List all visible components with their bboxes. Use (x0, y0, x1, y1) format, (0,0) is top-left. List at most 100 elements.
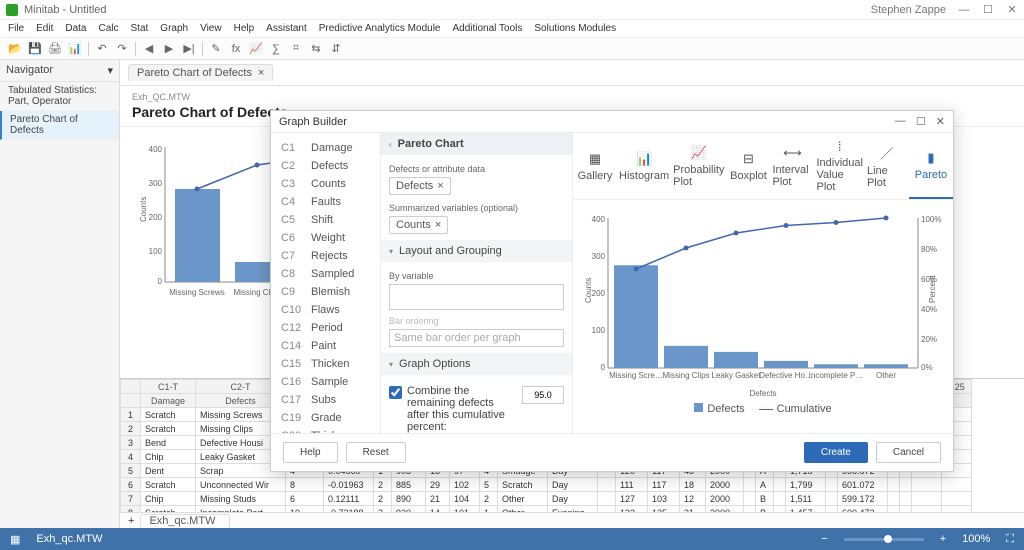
chart-type-probability-plot[interactable]: 📈Probability Plot (671, 133, 726, 199)
expand-icon[interactable]: ⛶ (1006, 533, 1014, 546)
chart-type-gallery[interactable]: ▦Gallery (573, 133, 617, 199)
combine-checkbox[interactable]: Combine the remaining defects after this… (389, 385, 564, 433)
dialog-minimize-icon[interactable]: — (895, 115, 906, 128)
menu-solutions-modules[interactable]: Solutions Modules (534, 23, 616, 34)
column-item[interactable]: C4Faults (271, 193, 380, 211)
column-item[interactable]: C14Paint (271, 337, 380, 355)
attr-data-label: Defects or attribute data (389, 164, 564, 174)
navigator-menu-icon[interactable]: ▾ (107, 64, 113, 77)
tool-icon-4[interactable]: ∑ (269, 42, 283, 56)
zoom-level: 100% (962, 533, 990, 545)
menu-calc[interactable]: Calc (98, 23, 118, 34)
column-item[interactable]: C1Damage (271, 139, 380, 157)
dialog-close-icon[interactable]: ✕ (936, 115, 945, 128)
column-list[interactable]: C1DamageC2DefectsC3CountsC4FaultsC5Shift… (271, 133, 381, 433)
chart-type-interval-plot[interactable]: ⟷Interval Plot (770, 133, 814, 199)
svg-text:Leaky Gasket: Leaky Gasket (712, 371, 762, 380)
svg-text:Defective Ho…: Defective Ho… (759, 371, 813, 380)
tool-icon-5[interactable]: ⌗ (289, 42, 303, 56)
minimize-button[interactable]: — (958, 4, 970, 16)
graph-builder-dialog: Graph Builder — ☐ ✕ C1DamageC2DefectsC3C… (270, 110, 954, 472)
pareto-preview-chart: Counts Percent 400 300 200 100 0 100% 80… (573, 200, 953, 433)
sheet-add-icon[interactable]: + (128, 515, 134, 527)
menu-additional-tools[interactable]: Additional Tools (452, 23, 522, 34)
nav-item[interactable]: Tabulated Statistics: Part, Operator (0, 82, 119, 111)
byvar-input[interactable] (389, 284, 564, 310)
menu-data[interactable]: Data (65, 23, 86, 34)
menu-assistant[interactable]: Assistant (266, 23, 307, 34)
preview-pane: ▦Gallery📊Histogram📈Probability Plot⊟Boxp… (573, 133, 953, 433)
chart-type-boxplot[interactable]: ⊟Boxplot (726, 133, 770, 199)
nav-back-icon[interactable]: ◀ (142, 42, 156, 56)
user-name: Stephen Zappe (871, 4, 946, 16)
tab-close-icon[interactable]: × (258, 67, 264, 79)
status-sheets-icon[interactable]: ▦ (10, 533, 20, 546)
nav-last-icon[interactable]: ▶| (182, 42, 196, 56)
menu-help[interactable]: Help (234, 23, 255, 34)
chart-legend: Defects Cumulative (583, 403, 943, 415)
column-item[interactable]: C15Thicken (271, 355, 380, 373)
back-icon[interactable]: ‹ (389, 140, 392, 149)
print-icon[interactable]: 🖨 (48, 42, 62, 56)
dialog-maximize-icon[interactable]: ☐ (916, 115, 926, 128)
nav-fwd-icon[interactable]: ▶ (162, 42, 176, 56)
column-item[interactable]: C2Defects (271, 157, 380, 175)
attr-chip[interactable]: Defects× (389, 177, 451, 195)
column-item[interactable]: C17Subs (271, 391, 380, 409)
tool-icon-1[interactable]: ✎ (209, 42, 223, 56)
chip-remove-icon[interactable]: × (437, 180, 443, 192)
chart-type-line-plot[interactable]: ／Line Plot (865, 133, 909, 199)
summ-chip[interactable]: Counts× (389, 216, 448, 234)
menu-predictive-analytics-module[interactable]: Predictive Analytics Module (319, 23, 441, 34)
create-button[interactable]: Create (804, 442, 868, 463)
close-button[interactable]: ✕ (1006, 3, 1018, 16)
statusbar: ▦ Exh_qc.MTW − + 100% ⛶ (0, 528, 1024, 550)
open-icon[interactable]: 📂 (8, 42, 22, 56)
column-item[interactable]: C8Sampled (271, 265, 380, 283)
undo-icon[interactable]: ↶ (95, 42, 109, 56)
options-header: ▾Graph Options (381, 353, 572, 375)
column-item[interactable]: C3Counts (271, 175, 380, 193)
column-item[interactable]: C16Sample (271, 373, 380, 391)
chart-type-pareto[interactable]: ▮Pareto (909, 133, 953, 199)
app-title: Minitab - Untitled (24, 4, 107, 16)
cumulative-percent-input[interactable] (522, 386, 564, 404)
redo-icon[interactable]: ↷ (115, 42, 129, 56)
chart-icon[interactable]: 📊 (68, 42, 82, 56)
maximize-button[interactable]: ☐ (982, 3, 994, 16)
zoom-out-icon[interactable]: − (821, 533, 827, 545)
config-header: ‹Pareto Chart (381, 133, 572, 155)
column-item[interactable]: C12Period (271, 319, 380, 337)
column-item[interactable]: C9Blemish (271, 283, 380, 301)
doc-tab[interactable]: Pareto Chart of Defects× (128, 64, 273, 81)
tool-icon-2[interactable]: fx (229, 42, 243, 56)
menu-graph[interactable]: Graph (160, 23, 188, 34)
chip-remove-icon[interactable]: × (435, 219, 441, 231)
column-item[interactable]: C5Shift (271, 211, 380, 229)
summ-label: Summarized variables (optional) (389, 203, 564, 213)
menu-stat[interactable]: Stat (131, 23, 149, 34)
column-item[interactable]: C6Weight (271, 229, 380, 247)
menu-view[interactable]: View (200, 23, 222, 34)
cancel-button[interactable]: Cancel (876, 442, 941, 463)
svg-text:Other: Other (876, 371, 896, 380)
menu-file[interactable]: File (8, 23, 24, 34)
column-item[interactable]: C10Flaws (271, 301, 380, 319)
barorder-label: Bar ordering (389, 316, 564, 326)
sheet-tab[interactable]: Exh_qc.MTW (140, 514, 230, 527)
column-item[interactable]: C19Grade (271, 409, 380, 427)
save-icon[interactable]: 💾 (28, 42, 42, 56)
zoom-in-icon[interactable]: + (940, 533, 946, 545)
tool-icon-3[interactable]: 📈 (249, 42, 263, 56)
chart-type-individual-value-plot[interactable]: ⁞Individual Value Plot (814, 133, 864, 199)
nav-item[interactable]: Pareto Chart of Defects (0, 111, 119, 140)
preview-ylabel: Counts (140, 197, 148, 222)
chart-type-histogram[interactable]: 📊Histogram (617, 133, 671, 199)
reset-button[interactable]: Reset (346, 442, 406, 463)
menu-edit[interactable]: Edit (36, 23, 53, 34)
help-button[interactable]: Help (283, 442, 338, 463)
column-item[interactable]: C7Rejects (271, 247, 380, 265)
svg-text:400: 400 (592, 215, 606, 224)
tool-icon-6[interactable]: ⇆ (309, 42, 323, 56)
tool-icon-7[interactable]: ⇵ (329, 42, 343, 56)
